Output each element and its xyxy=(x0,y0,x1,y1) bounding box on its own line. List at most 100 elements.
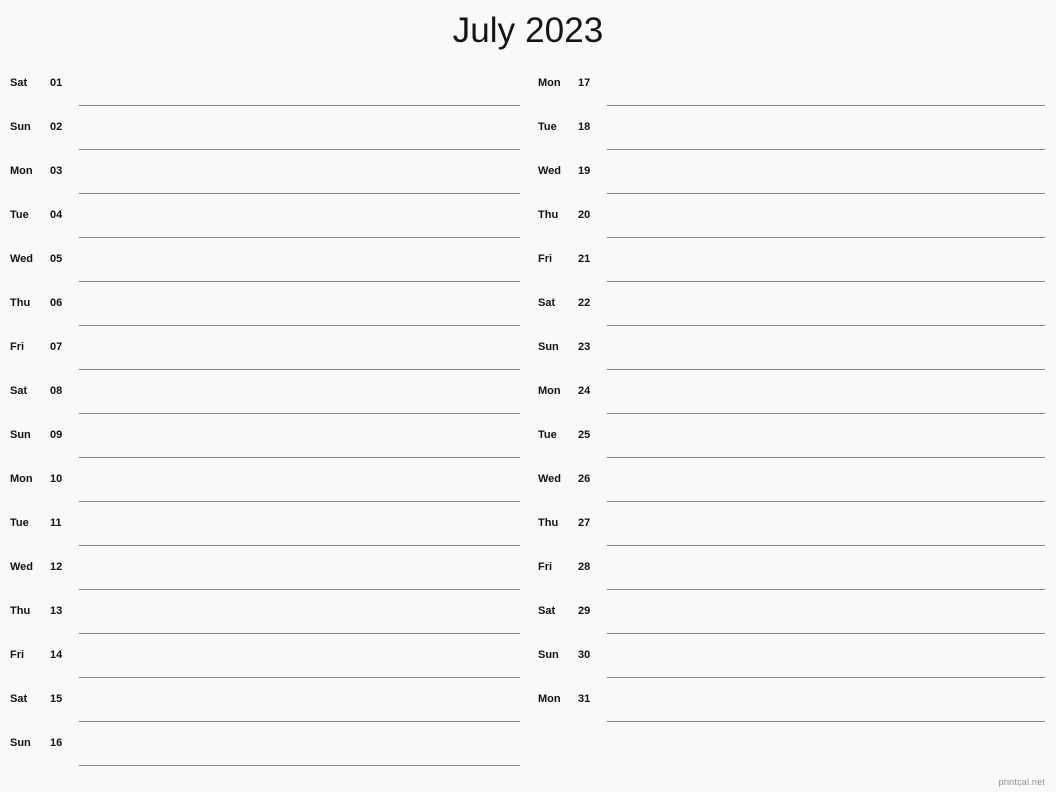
weekday-label: Fri xyxy=(10,341,25,353)
day-row: Mon 03 xyxy=(0,158,528,202)
day-number: 28 xyxy=(578,561,591,573)
note-writing-line[interactable] xyxy=(607,422,1045,458)
day-number: 09 xyxy=(50,429,63,441)
note-writing-line[interactable] xyxy=(79,70,520,106)
weekday-label: Mon xyxy=(10,165,33,177)
note-writing-line[interactable] xyxy=(79,598,520,634)
day-number: 02 xyxy=(50,121,63,133)
weekday-label: Wed xyxy=(10,561,34,573)
day-row: Wed 19 xyxy=(528,158,1056,202)
day-row: Fri 14 xyxy=(0,642,528,686)
note-writing-line[interactable] xyxy=(79,378,520,414)
weekday-label: Sat xyxy=(538,605,556,617)
note-writing-line[interactable] xyxy=(79,642,520,678)
weekday-label: Tue xyxy=(10,209,29,221)
page-title: July 2023 xyxy=(452,11,604,50)
day-row: Sat 29 xyxy=(528,598,1056,642)
note-writing-line[interactable] xyxy=(607,70,1045,106)
day-row: Thu 27 xyxy=(528,510,1056,554)
weekday-label: Fri xyxy=(10,649,25,661)
day-row: Sun 02 xyxy=(0,114,528,158)
calendar-column-left: Sat 01 Sun 02 Mon 03 Tue 04 Wed 05 Thu 06 Fri 07 Sat 08… xyxy=(0,70,528,774)
note-writing-line[interactable] xyxy=(607,114,1045,150)
day-row: Tue 11 xyxy=(0,510,528,554)
weekday-label: Sat xyxy=(10,385,28,397)
day-row: Fri 07 xyxy=(0,334,528,378)
day-number: 13 xyxy=(50,605,63,617)
weekday-label: Tue xyxy=(538,429,557,441)
day-number: 05 xyxy=(50,253,63,265)
day-number: 18 xyxy=(578,121,591,133)
weekday-label: Sat xyxy=(10,693,28,705)
weekday-label: Thu xyxy=(10,297,31,309)
day-row: Mon 10 xyxy=(0,466,528,510)
note-writing-line[interactable] xyxy=(607,598,1045,634)
day-number: 01 xyxy=(50,77,63,89)
note-writing-line[interactable] xyxy=(79,510,520,546)
day-number: 26 xyxy=(578,473,591,485)
day-number: 06 xyxy=(50,297,63,309)
day-number: 08 xyxy=(50,385,63,397)
footer-watermark: printcal.net xyxy=(998,777,1045,787)
day-row: Thu 06 xyxy=(0,290,528,334)
weekday-label: Thu xyxy=(538,209,559,221)
day-number: 27 xyxy=(578,517,591,529)
note-writing-line[interactable] xyxy=(607,510,1045,546)
note-writing-line[interactable] xyxy=(79,334,520,370)
day-row: Tue 25 xyxy=(528,422,1056,466)
day-number: 03 xyxy=(50,165,63,177)
day-number: 22 xyxy=(578,297,591,309)
day-number: 14 xyxy=(50,649,63,661)
day-row: Thu 13 xyxy=(0,598,528,642)
note-writing-line[interactable] xyxy=(79,686,520,722)
note-writing-line[interactable] xyxy=(79,466,520,502)
note-writing-line[interactable] xyxy=(79,730,520,766)
day-number: 23 xyxy=(578,341,591,353)
note-writing-line[interactable] xyxy=(607,202,1045,238)
day-number: 19 xyxy=(578,165,591,177)
day-number: 30 xyxy=(578,649,591,661)
note-writing-line[interactable] xyxy=(79,202,520,238)
note-writing-line[interactable] xyxy=(79,246,520,282)
day-number: 11 xyxy=(50,517,62,529)
day-row: Mon 17 xyxy=(528,70,1056,114)
weekday-label: Mon xyxy=(538,693,561,705)
weekday-label: Sat xyxy=(10,77,28,89)
note-writing-line[interactable] xyxy=(607,158,1045,194)
day-number: 07 xyxy=(50,341,63,353)
day-number: 17 xyxy=(578,77,591,89)
day-row: Wed 12 xyxy=(0,554,528,598)
day-row: Mon 24 xyxy=(528,378,1056,422)
note-writing-line[interactable] xyxy=(79,554,520,590)
weekday-label: Sun xyxy=(10,121,31,133)
day-number: 31 xyxy=(578,693,591,705)
note-writing-line[interactable] xyxy=(79,114,520,150)
weekday-label: Thu xyxy=(538,517,559,529)
weekday-label: Sun xyxy=(538,649,559,661)
day-row: Mon 31 xyxy=(528,686,1056,730)
note-writing-line[interactable] xyxy=(79,422,520,458)
note-writing-line[interactable] xyxy=(607,466,1045,502)
note-writing-line[interactable] xyxy=(607,290,1045,326)
note-writing-line[interactable] xyxy=(607,378,1045,414)
note-writing-line[interactable] xyxy=(607,246,1045,282)
note-writing-line[interactable] xyxy=(607,642,1045,678)
day-number: 16 xyxy=(50,737,63,749)
day-row: Wed 05 xyxy=(0,246,528,290)
day-row: Wed 26 xyxy=(528,466,1056,510)
day-number: 15 xyxy=(50,693,63,705)
day-row: Sat 01 xyxy=(0,70,528,114)
note-writing-line[interactable] xyxy=(607,334,1045,370)
day-number: 10 xyxy=(50,473,63,485)
day-row: Fri 28 xyxy=(528,554,1056,598)
day-number: 21 xyxy=(578,253,591,265)
day-row: Tue 04 xyxy=(0,202,528,246)
note-writing-line[interactable] xyxy=(79,290,520,326)
note-writing-line[interactable] xyxy=(607,554,1045,590)
day-number: 29 xyxy=(578,605,591,617)
note-writing-line[interactable] xyxy=(79,158,520,194)
day-number: 20 xyxy=(578,209,591,221)
weekday-label: Fri xyxy=(538,561,553,573)
note-writing-line[interactable] xyxy=(607,686,1045,722)
day-row: Fri 21 xyxy=(528,246,1056,290)
